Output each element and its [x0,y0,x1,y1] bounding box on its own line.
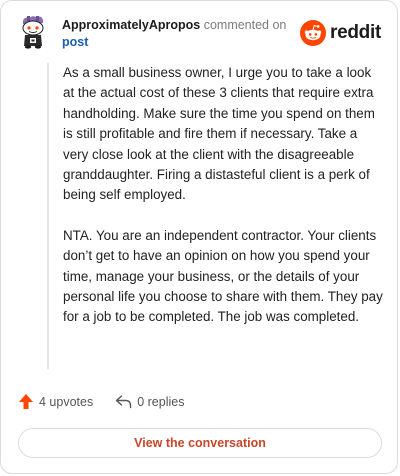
commented-on-text: commented on [203,18,287,32]
comment-paragraph: NTA. You are an independent contractor. … [63,227,383,325]
comment-embed-card: ApproximatelyApropos commented on post r… [0,0,398,474]
post-link[interactable]: post [62,34,292,51]
upvote-count: 4 upvotes [39,394,94,409]
reply-arrow-icon [116,395,132,409]
comment-actions: 4 upvotes 0 replies [18,393,184,410]
view-conversation-button[interactable]: View the conversation [18,428,382,458]
comment-header: ApproximatelyApropos commented on post r… [18,15,383,55]
user-avatar[interactable] [18,15,48,49]
upvote-arrow-icon [19,394,33,409]
comment-body: As a small business owner, I urge you to… [47,63,384,369]
snoo-avatar-icon [22,16,44,49]
reddit-snoo-icon [300,20,327,46]
username-link[interactable]: ApproximatelyApropos [62,18,200,32]
comment-byline: ApproximatelyApropos commented on post [62,17,292,51]
reddit-logo[interactable]: reddit [300,20,381,46]
comment-paragraph: As a small business owner, I urge you to… [63,65,375,203]
reply-button[interactable]: 0 replies [115,394,184,409]
upvote-button[interactable]: 4 upvotes [18,393,93,410]
reply-count: 0 replies [137,394,185,409]
reddit-wordmark: reddit [330,22,381,43]
